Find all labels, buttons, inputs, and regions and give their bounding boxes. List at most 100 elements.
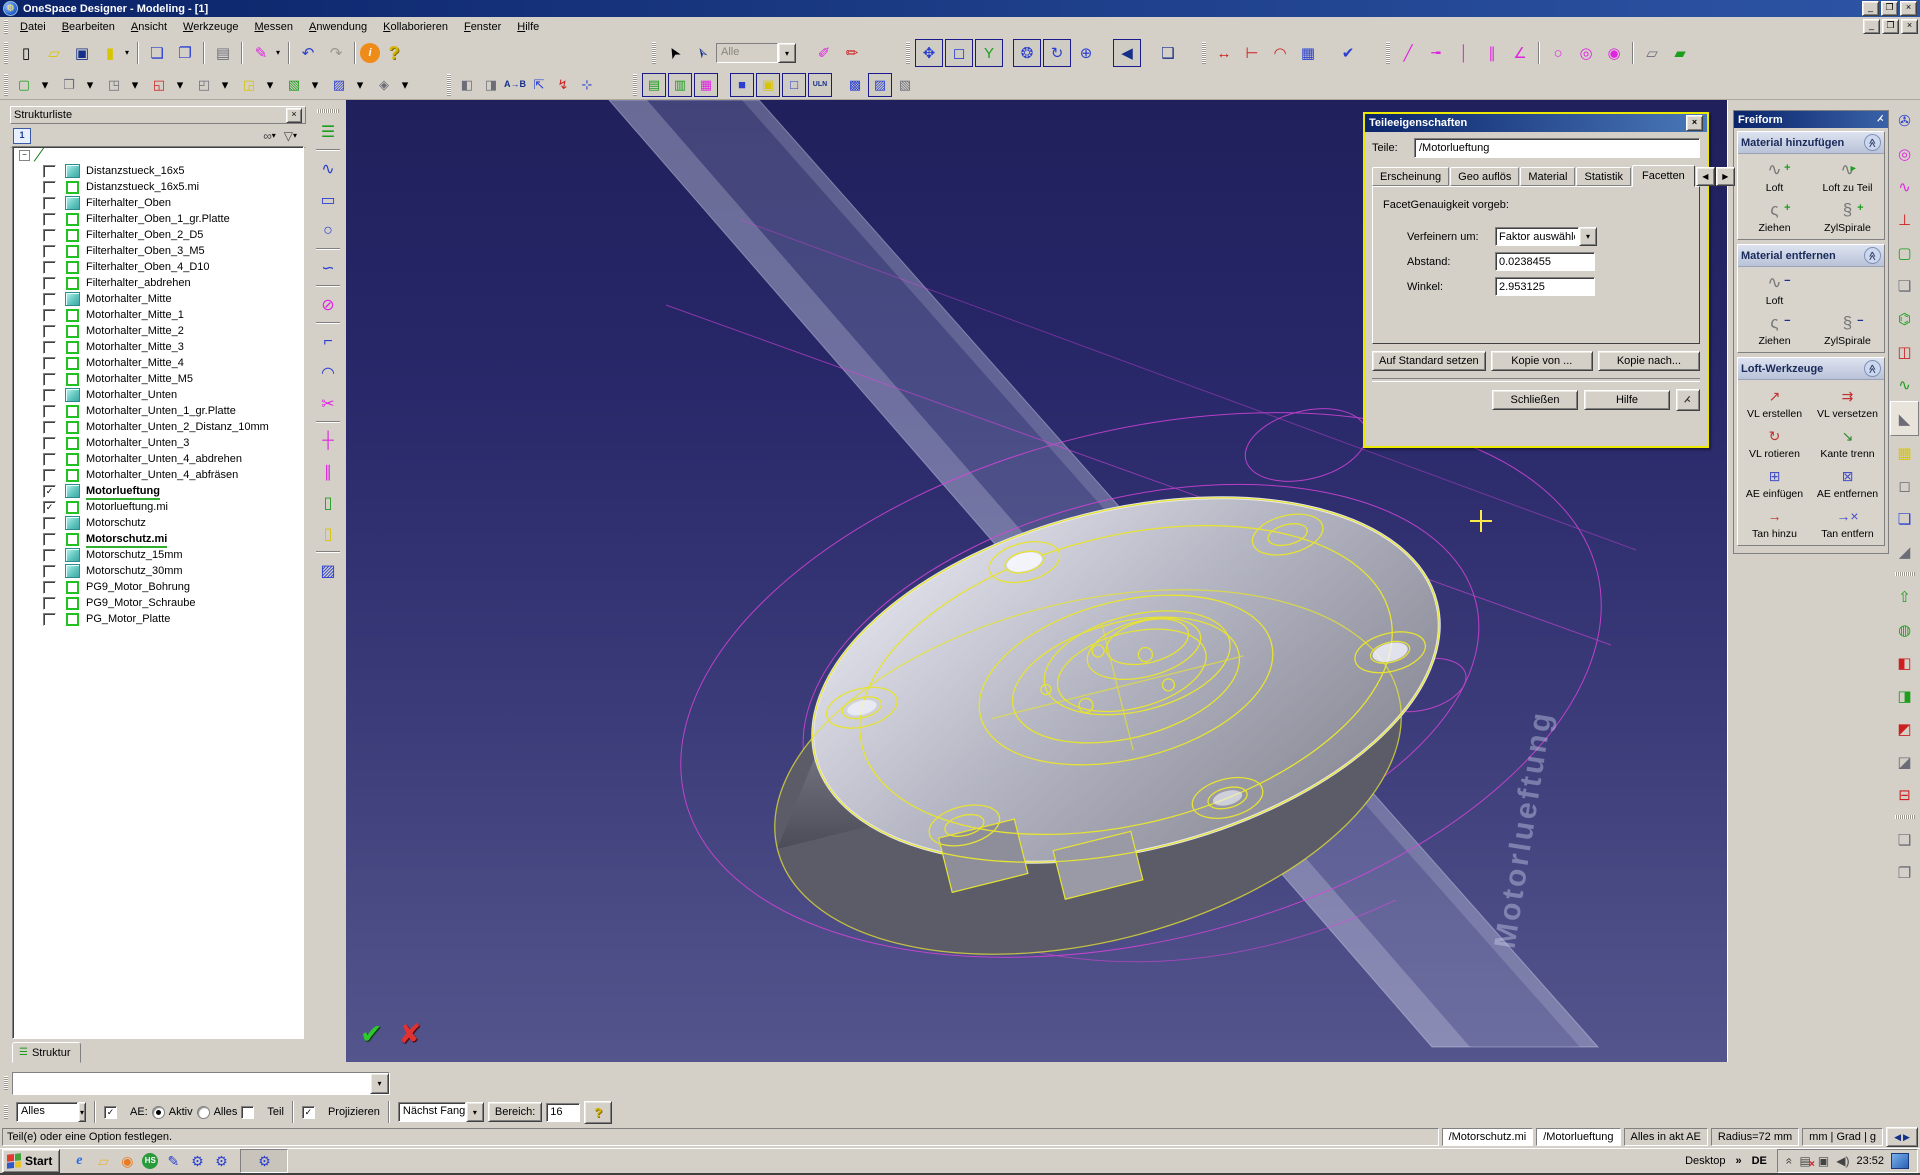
rotate-view-button[interactable]: ↻ — [1043, 39, 1071, 67]
computer-icon[interactable]: ▣ — [1818, 1154, 1829, 1168]
op-mill-button[interactable]: ◰ — [193, 74, 215, 96]
aktiv-radio[interactable] — [152, 1106, 165, 1119]
op-pull-dropdown[interactable]: ▾ — [169, 74, 191, 96]
tree-item[interactable]: Distanzstueck_16x5 — [13, 163, 303, 179]
show-checkbox[interactable] — [43, 197, 56, 210]
verfeinern-select[interactable]: ▾ — [1495, 227, 1597, 246]
verify-button[interactable]: ✔ — [1335, 40, 1361, 66]
op-remove-dropdown[interactable]: ▾ — [394, 74, 416, 96]
line-2d-button[interactable]: ╱ — [1395, 40, 1421, 66]
tree-item[interactable]: Motorhalter_Unten_1_gr.Platte — [13, 403, 303, 419]
tab-scroll-left-icon[interactable]: ◀ — [1696, 167, 1715, 186]
tree-item[interactable]: Motorhalter_Unten_4_abdrehen — [13, 451, 303, 467]
tab-gray-box-1[interactable]: ❏ — [1892, 823, 1917, 856]
command-dropdown-icon[interactable]: ▾ — [370, 1073, 389, 1094]
language-indicator[interactable]: DE — [1750, 1155, 1769, 1167]
part-new-button[interactable]: ◧ — [456, 74, 478, 96]
show-checkbox[interactable] — [43, 421, 56, 434]
task-button-onespace[interactable]: ⚙ — [240, 1149, 288, 1173]
menu-bearbeiten[interactable]: Bearbeiten — [54, 19, 123, 35]
op-revolve-button[interactable]: ◳ — [103, 74, 125, 96]
hilfe-button[interactable]: Hilfe — [1584, 390, 1670, 410]
workplane-new-button[interactable]: ▢ — [13, 74, 35, 96]
alles-radio[interactable] — [197, 1106, 210, 1119]
tree-item[interactable]: Motorhalter_Mitte — [13, 291, 303, 307]
tab-bool-2[interactable]: ◨ — [1892, 679, 1917, 712]
toolbar-grip[interactable] — [906, 42, 910, 64]
op-extrude-dropdown[interactable]: ▾ — [79, 74, 101, 96]
options-help-button[interactable]: ? — [584, 1101, 612, 1124]
kopie-nach-button[interactable]: Kopie nach... — [1598, 351, 1700, 371]
show-checkbox[interactable] — [43, 325, 56, 338]
view-number-icon[interactable]: 1 — [13, 128, 31, 144]
tab-bool-3[interactable]: ◩ — [1892, 712, 1917, 745]
show-desktop-icon[interactable] — [1891, 1153, 1909, 1169]
segment-2d-button[interactable]: ╼ — [1423, 40, 1449, 66]
camera-button[interactable]: ❑ — [1155, 40, 1181, 66]
corner-button[interactable]: ⌐ — [314, 327, 342, 356]
uln-button[interactable]: ULN — [808, 73, 832, 97]
winkel-input[interactable] — [1495, 277, 1595, 296]
options-bar-grip[interactable] — [4, 1105, 8, 1119]
binoculars-icon[interactable]: ∞ — [263, 129, 272, 143]
rectangle-button[interactable]: ▭ — [314, 185, 342, 214]
tool-vl-erstellen[interactable]: ↗VL erstellen — [1738, 385, 1811, 420]
tree-item[interactable]: Filterhalter_Oben_4_D10 — [13, 259, 303, 275]
collapse-chevron-icon[interactable]: ≪ — [1864, 247, 1881, 264]
section-header[interactable]: Material entfernen ≪ — [1738, 245, 1884, 267]
tab-bool-1[interactable]: ◧ — [1892, 646, 1917, 679]
tab-chisel[interactable]: ◢ — [1892, 535, 1917, 568]
show-checkbox[interactable] — [43, 261, 56, 274]
circle-3pt-2d-button[interactable]: ◉ — [1601, 40, 1627, 66]
tab-workplane[interactable]: ▢ — [1892, 236, 1917, 269]
toolbar-grip[interactable] — [317, 109, 339, 113]
show-checkbox[interactable] — [43, 165, 56, 178]
op-blend-dropdown[interactable]: ▾ — [349, 74, 371, 96]
tree-item[interactable]: Motorschutz_30mm — [13, 563, 303, 579]
menu-messen[interactable]: Messen — [246, 19, 301, 35]
show-checkbox[interactable] — [43, 357, 56, 370]
redline-marker-button[interactable]: ✏ — [839, 40, 865, 66]
tab-curve[interactable]: ∿ — [1892, 170, 1917, 203]
tab-bool-4[interactable]: ◪ — [1892, 745, 1917, 778]
op-turn-dropdown[interactable]: ▾ — [304, 74, 326, 96]
point-line-button[interactable]: ┼ — [314, 426, 342, 455]
desktop-toolbar-label[interactable]: Desktop — [1683, 1155, 1727, 1167]
pencil-app-icon[interactable]: ✎ — [164, 1152, 182, 1170]
show-checkbox[interactable] — [43, 245, 56, 258]
tool-tan-entfern[interactable]: →×Tan entfern — [1811, 505, 1884, 540]
show-checkbox[interactable] — [43, 213, 56, 226]
show-checkbox[interactable] — [43, 293, 56, 306]
show-checkbox[interactable] — [43, 405, 56, 418]
tree-item[interactable]: Motorschutz — [13, 515, 303, 531]
selection-filter-combo[interactable]: Alle ▾ — [716, 43, 796, 63]
show-checkbox[interactable] — [43, 549, 56, 562]
tab-facetten[interactable]: Facetten — [1632, 165, 1695, 187]
folder-icon[interactable]: ▱ — [94, 1152, 112, 1170]
spin-view-button[interactable]: ❂ — [1013, 39, 1041, 67]
rename-ab-button[interactable]: A→B — [504, 74, 526, 96]
auf-standard-setzen-button[interactable]: Auf Standard setzen — [1372, 351, 1486, 371]
parallel-line-button[interactable]: ∥ — [314, 457, 342, 486]
save-button[interactable]: ▣ — [69, 40, 95, 66]
toolbar-grip[interactable] — [652, 42, 656, 64]
mdi-minimize-button[interactable]: _ — [1863, 19, 1880, 34]
fang-dropdown-icon[interactable]: ▾ — [466, 1102, 484, 1122]
show-checkbox[interactable] — [43, 277, 56, 290]
op-extrude-button[interactable]: ❒ — [58, 74, 80, 96]
mdi-close-button[interactable]: × — [1901, 19, 1918, 34]
zoom-in-button[interactable]: ⊕ — [1073, 40, 1099, 66]
circle-button[interactable]: ○ — [314, 216, 342, 245]
export-dropdown[interactable]: ▾ — [122, 40, 132, 66]
tab-geo-aufloes[interactable]: Geo auflös — [1450, 167, 1519, 186]
tree-item[interactable]: Motorhalter_Mitte_1 — [13, 307, 303, 323]
filter-icon[interactable]: ▽ — [284, 129, 293, 143]
fang-combo[interactable]: Nächst Fang ▾ — [398, 1102, 484, 1122]
tool-loft-add[interactable]: ∿+Loft — [1738, 159, 1811, 194]
tab-bool-5[interactable]: ⊟ — [1892, 778, 1917, 811]
trim-button[interactable]: ✂ — [314, 389, 342, 418]
ghost-cube-2-button[interactable]: ▨ — [868, 73, 892, 97]
pan-view-button[interactable]: ✥ — [915, 39, 943, 67]
show-checkbox[interactable] — [43, 181, 56, 194]
tree-item[interactable]: Filterhalter_Oben_3_M5 — [13, 243, 303, 259]
